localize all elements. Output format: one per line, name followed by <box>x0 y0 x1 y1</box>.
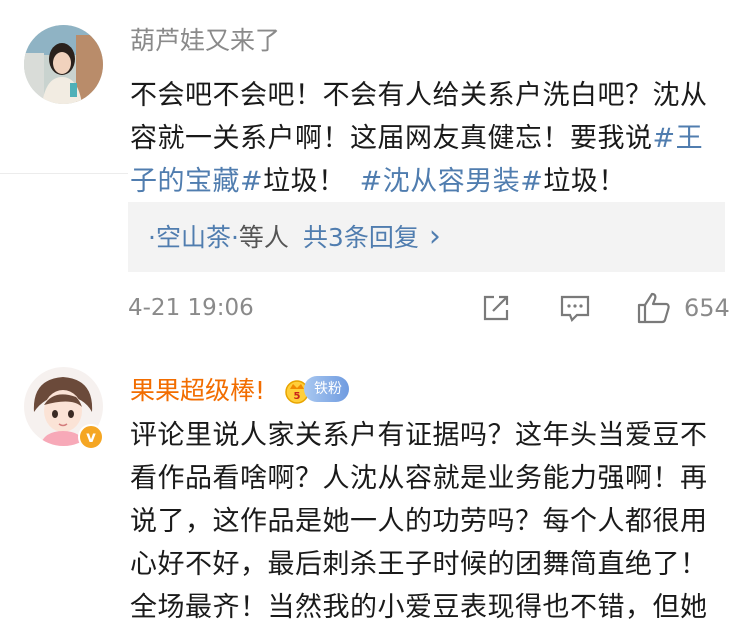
view-replies-link[interactable]: 共3条回复 <box>303 223 419 252</box>
username[interactable]: 葫芦娃又来了 <box>130 24 280 58</box>
chevron-right-icon: › <box>428 219 441 254</box>
divider <box>0 173 128 174</box>
like-count: 654 <box>684 294 730 322</box>
replies-preview[interactable]: ·空山茶·等人 共3条回复 › <box>128 202 725 272</box>
username[interactable]: 果果超级棒! <box>130 374 265 408</box>
thumbs-up-icon <box>637 292 670 324</box>
reply-user-link[interactable]: ·空山茶· <box>148 223 239 252</box>
avatar[interactable] <box>24 25 103 104</box>
share-button[interactable] <box>480 288 512 328</box>
hashtag-link[interactable]: #沈从容男装# <box>360 166 544 197</box>
comment-item: 葫芦娃又来了 不会吧不会吧！不会有人给关系户洗白吧？沈从容就一关系户啊！这届网友… <box>0 0 750 340</box>
replies-others-label: 等人 <box>238 223 289 252</box>
share-icon <box>483 295 509 321</box>
verified-badge: v <box>78 424 104 450</box>
comment-text: 评论里说人家关系户有证据吗？这年头当爱豆不看作品看啥啊？人沈从容就是业务能力强啊… <box>130 420 708 623</box>
comment-text: 不会吧不会吧！不会有人给关系户洗白吧？沈从容就一关系户啊！这届网友真健忘！要我说… <box>130 74 720 203</box>
like-button[interactable]: 654 <box>636 288 730 328</box>
comment-date: 4-21 19:06 <box>128 295 254 321</box>
comment-icon <box>560 295 590 322</box>
replies-summary[interactable]: ·空山茶·等人 共3条回复 › <box>148 220 441 255</box>
comment-text-part: 不会吧不会吧！不会有人给关系户洗白吧？沈从容就一关系户啊！这届网友真健忘！要我说 <box>130 80 708 154</box>
comment-text-part: 垃圾！ <box>263 166 346 197</box>
fan-level-badge: 铁粉 <box>304 376 349 402</box>
svg-text:5: 5 <box>294 391 301 402</box>
comment-text-part: 垃圾！ <box>543 166 626 197</box>
comment-button[interactable] <box>558 288 592 328</box>
comment-meta: 4-21 19:06 654 <box>128 288 730 328</box>
